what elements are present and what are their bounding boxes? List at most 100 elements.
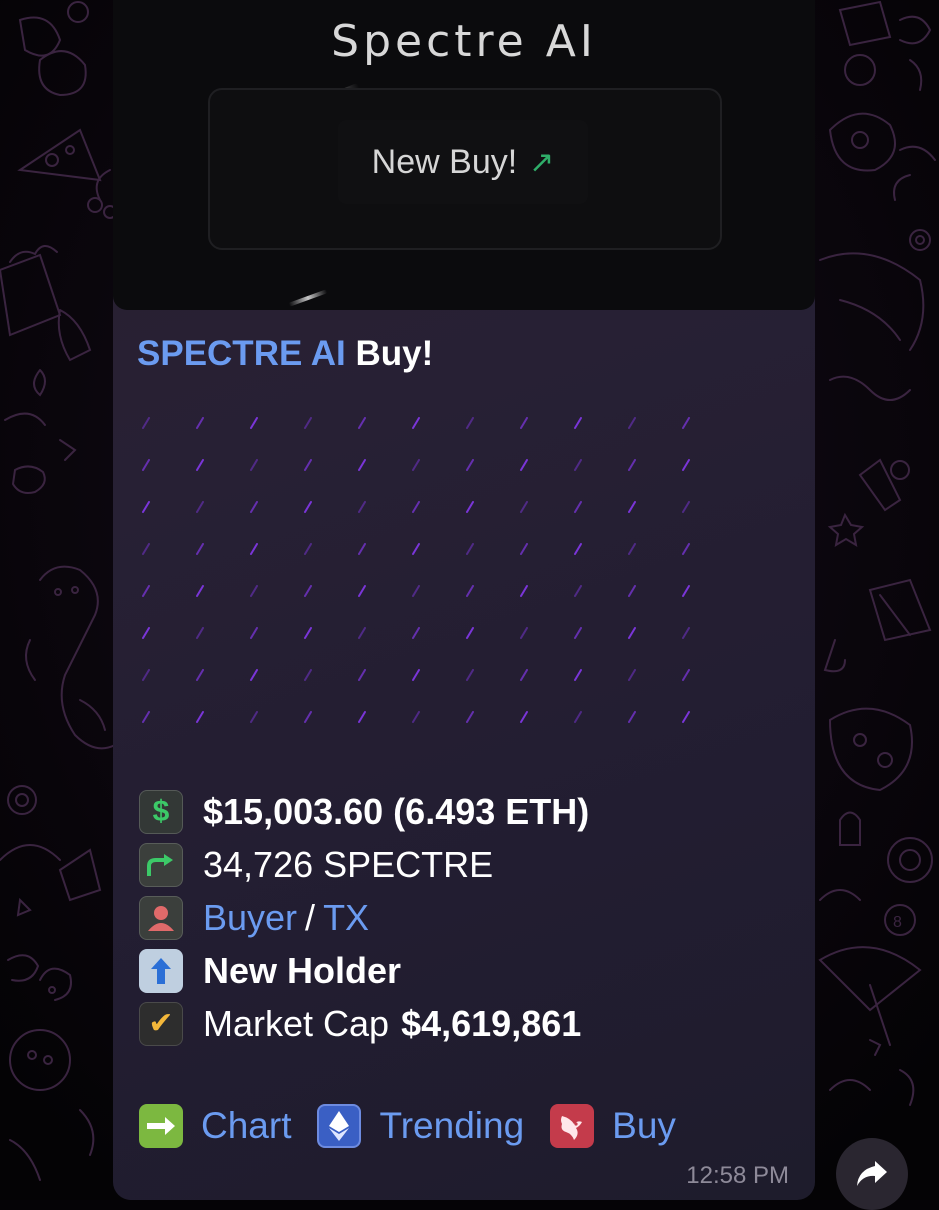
market-cap-label: Market Cap [203, 1002, 390, 1044]
pattern-dash [574, 417, 582, 429]
pattern-dash [250, 459, 258, 471]
pattern-dash [628, 627, 636, 639]
pattern-dash [466, 627, 474, 639]
pattern-dash [250, 669, 258, 681]
pattern-dash [520, 501, 528, 513]
pattern-dash [358, 501, 366, 513]
pattern-dash [628, 669, 636, 681]
pattern-dash [250, 543, 258, 555]
pattern-dash [250, 585, 258, 597]
pattern-dash [142, 669, 150, 681]
holder-status: New Holder [203, 949, 402, 991]
message-headline: SPECTRE AI Buy! [137, 334, 433, 374]
pattern-dash [358, 459, 366, 471]
pattern-dash [358, 669, 366, 681]
pattern-dash [358, 711, 366, 723]
pattern-dash [142, 459, 150, 471]
pattern-dash [628, 501, 636, 513]
buyer-row: Buyer / TX [139, 891, 589, 944]
pattern-dash [466, 459, 474, 471]
pattern-dash [520, 543, 528, 555]
pattern-dash [682, 501, 690, 513]
trending-button[interactable]: Trending [317, 1104, 524, 1148]
forward-button[interactable] [836, 1138, 908, 1210]
dollar-icon: $ [139, 789, 183, 834]
pattern-dash [520, 459, 528, 471]
pattern-dash [196, 417, 204, 429]
pattern-dash [520, 711, 528, 723]
pattern-dash [358, 585, 366, 597]
pattern-dash [682, 543, 690, 555]
amount-row: $ $15,003.60 (6.493 ETH) [139, 785, 589, 838]
pattern-dash [196, 669, 204, 681]
new-buy-badge: New Buy! ↗ [338, 120, 588, 204]
pattern-dash [466, 543, 474, 555]
pattern-dash [196, 501, 204, 513]
uniswap-icon [550, 1104, 595, 1148]
pattern-dash [574, 669, 582, 681]
pattern-dash [520, 627, 528, 639]
share-arrow-icon [139, 842, 183, 887]
pattern-dash [574, 459, 582, 471]
pattern-dash [574, 627, 582, 639]
pattern-dash [250, 501, 258, 513]
pattern-dash [520, 585, 528, 597]
pattern-dash [196, 585, 204, 597]
pattern-dash [412, 585, 420, 597]
pattern-dash [358, 543, 366, 555]
pattern-dash [466, 417, 474, 429]
pattern-dash [412, 627, 420, 639]
pattern-dash [628, 543, 636, 555]
pattern-dash [250, 627, 258, 639]
pattern-dash [412, 501, 420, 513]
pattern-dash [466, 585, 474, 597]
token-amount: 34,726 SPECTRE [203, 843, 494, 885]
pattern-dash [574, 711, 582, 723]
pattern-dash [628, 711, 636, 723]
media-preview[interactable]: Spectre AI New Buy! ↗ [113, 0, 815, 310]
buy-button[interactable]: Buy [550, 1104, 676, 1148]
pattern-dash [250, 417, 258, 429]
pattern-dash [466, 669, 474, 681]
light-streak [288, 289, 328, 307]
pattern-dash [142, 543, 150, 555]
pattern-dash [142, 417, 150, 429]
pattern-dash [250, 711, 258, 723]
pattern-dash [196, 459, 204, 471]
token-link[interactable]: SPECTRE AI [137, 334, 346, 373]
pattern-dash [358, 417, 366, 429]
pattern-dash [682, 669, 690, 681]
market-cap-row: ✔ Market Cap $4,619,861 [139, 997, 589, 1050]
pattern-dash [412, 459, 420, 471]
pattern-dash [628, 585, 636, 597]
right-arrow-icon [139, 1104, 183, 1148]
pattern-dash [682, 417, 690, 429]
pattern-dash [304, 627, 312, 639]
pattern-dash [574, 501, 582, 513]
pattern-dash [412, 711, 420, 723]
link-buttons: Chart Trending Buy [139, 1104, 702, 1148]
up-arrow-icon [139, 948, 183, 993]
market-cap-value: $4,619,861 [401, 1002, 582, 1044]
person-icon [139, 895, 183, 940]
buy-stats: $ $15,003.60 (6.493 ETH) 34,726 SPECTRE … [139, 785, 589, 1050]
check-icon: ✔ [139, 1001, 183, 1046]
pattern-dash [520, 669, 528, 681]
pattern-dash [196, 627, 204, 639]
pattern-dash [466, 501, 474, 513]
pattern-dash [196, 711, 204, 723]
buy-label: Buy [612, 1105, 676, 1146]
pattern-dash [304, 459, 312, 471]
pattern-dash [412, 669, 420, 681]
buyer-link[interactable]: Buyer [203, 897, 297, 939]
pattern-dash [520, 417, 528, 429]
link-separator: / [305, 896, 316, 938]
chart-button[interactable]: Chart [139, 1104, 291, 1148]
pattern-dash [142, 627, 150, 639]
headline-text: Buy! [355, 334, 434, 373]
pattern-dash [628, 459, 636, 471]
pattern-dash [304, 669, 312, 681]
buy-amount: $15,003.60 (6.493 ETH) [203, 790, 590, 832]
pattern-dash [142, 585, 150, 597]
tx-link[interactable]: TX [323, 897, 369, 939]
